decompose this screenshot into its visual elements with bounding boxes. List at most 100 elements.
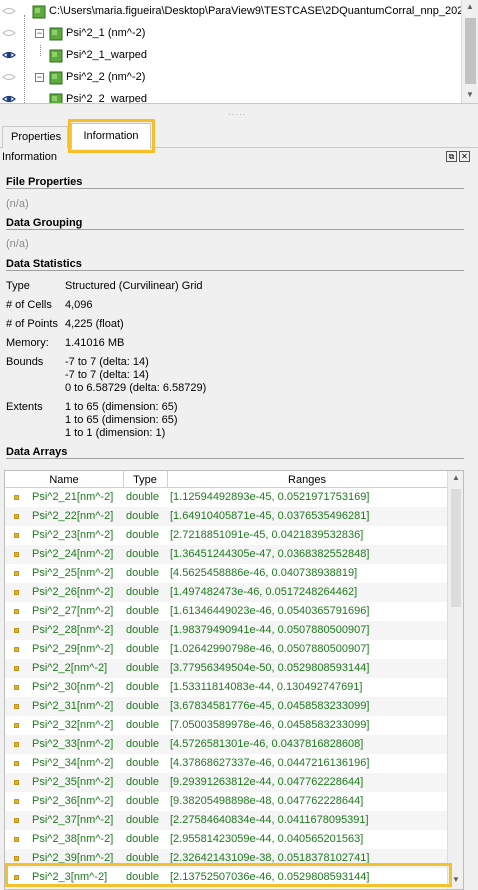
float-panel-icon[interactable]: ⧉ (446, 151, 457, 162)
table-row[interactable]: Psi^2_35[nm^-2] double [9.29391263812e-44,… (5, 773, 448, 792)
point-data-icon (14, 666, 19, 671)
point-data-icon (14, 647, 19, 652)
table-row[interactable]: Psi^2_31[nm^-2] double [3.67834581776e-45,… (5, 697, 448, 716)
section-title: Data Statistics (6, 258, 82, 270)
point-data-icon (14, 628, 19, 633)
array-range: [2.27584640834e-44, 0.0411678095391] (170, 814, 369, 826)
table-row[interactable]: Psi^2_24[nm^-2] double [1.36451244305e-47,… (5, 545, 448, 564)
array-type: double (126, 814, 160, 826)
table-row[interactable]: Psi^2_37[nm^-2] double [2.27584640834e-44,… (5, 811, 448, 830)
tab-properties[interactable]: Properties (2, 126, 68, 148)
extents-x: 1 to 65 (dimension: 65) (65, 401, 178, 413)
table-row[interactable]: Psi^2_25[nm^-2] double [4.5625458886e-46, … (5, 564, 448, 583)
array-type: double (126, 795, 160, 807)
array-name: Psi^2_37[nm^-2] (32, 814, 114, 826)
eye-visible-icon[interactable] (2, 94, 16, 104)
pipeline-item-psi2-2[interactable]: − Psi^2_2 (nm^-2) (0, 67, 460, 89)
point-data-icon (14, 780, 19, 785)
array-range: [2.7218851091e-45, 0.0421839532836] (170, 529, 364, 541)
collapse-toggle[interactable]: − (35, 29, 44, 38)
array-range: [1.12594492893e-45, 0.0521971753169] (170, 491, 370, 503)
array-type: double (126, 605, 160, 617)
table-row[interactable]: Psi^2_33[nm^-2] double [4.5726581301e-46, … (5, 735, 448, 754)
section-title: Data Arrays (6, 446, 68, 458)
extents-y: 1 to 65 (dimension: 65) (65, 414, 178, 426)
array-name: Psi^2_21[nm^-2] (32, 491, 114, 503)
scroll-thumb[interactable] (451, 489, 461, 607)
eye-hidden-icon[interactable] (2, 72, 16, 82)
array-type: double (126, 757, 160, 769)
eye-hidden-icon[interactable] (2, 28, 16, 38)
eye-hidden-icon[interactable] (2, 6, 16, 16)
table-scrollbar[interactable]: ▲ ▼ (447, 471, 463, 889)
array-type: double (126, 586, 160, 598)
collapse-toggle[interactable]: − (35, 73, 44, 82)
array-name: Psi^2_24[nm^-2] (32, 548, 114, 560)
column-header-name[interactable]: Name (5, 474, 123, 486)
array-name: Psi^2_2[nm^-2] (32, 662, 108, 674)
pipeline-item-psi2-1-warped[interactable]: Psi^2_1_warped (0, 45, 460, 67)
scroll-down-icon[interactable]: ▼ (466, 90, 474, 99)
table-row[interactable]: Psi^2_34[nm^-2] double [4.37868627337e-46,… (5, 754, 448, 773)
point-data-icon (14, 685, 19, 690)
point-data-icon (14, 742, 19, 747)
array-type: double (126, 738, 160, 750)
array-range: [1.64910405871e-45, 0.0376535496281] (170, 510, 370, 522)
pipeline-scrollbar[interactable]: ▲ ▼ (461, 0, 478, 103)
pipeline-item-label: Psi^2_1_warped (66, 49, 147, 61)
section-divider (6, 458, 464, 459)
point-data-icon (14, 761, 19, 766)
table-row[interactable]: Psi^2_32[nm^-2] double [7.05003589978e-46,… (5, 716, 448, 735)
panel-splitter[interactable]: ····· (0, 104, 478, 119)
table-row[interactable]: Psi^2_23[nm^-2] double [2.7218851091e-45, … (5, 526, 448, 545)
array-name: Psi^2_25[nm^-2] (32, 567, 114, 579)
table-row[interactable]: Psi^2_36[nm^-2] double [9.38205498898e-48,… (5, 792, 448, 811)
close-icon[interactable]: ✕ (459, 151, 470, 162)
array-range: [1.53311814083e-44, 0.130492747691] (170, 681, 363, 693)
array-type: double (126, 643, 160, 655)
extents-z: 1 to 1 (dimension: 1) (65, 427, 166, 439)
column-header-type[interactable]: Type (123, 474, 167, 486)
array-range: [1.497482473e-46, 0.0517248264462] (170, 586, 358, 598)
bounds-y: -7 to 7 (delta: 14) (65, 369, 149, 381)
point-data-icon (14, 837, 19, 842)
memory-value: 1.41016 MB (65, 337, 125, 349)
cells-label: # of Cells (6, 299, 52, 311)
table-row[interactable]: Psi^2_29[nm^-2] double [1.02642990798e-46,… (5, 640, 448, 659)
table-row[interactable]: Psi^2_26[nm^-2] double [1.497482473e-46, 0… (5, 583, 448, 602)
array-name: Psi^2_28[nm^-2] (32, 624, 114, 636)
point-data-icon (14, 514, 19, 519)
point-data-icon (14, 571, 19, 576)
table-row[interactable]: Psi^2_22[nm^-2] double [1.64910405871e-45,… (5, 507, 448, 526)
data-grouping-value: (n/a) (6, 238, 29, 250)
pipeline-item-psi2-2-warped[interactable]: Psi^2_2_warped (0, 89, 460, 104)
table-row[interactable]: Psi^2_21[nm^-2] double [1.12594492893e-45,… (5, 488, 448, 507)
array-name: Psi^2_35[nm^-2] (32, 776, 114, 788)
bounds-x: -7 to 7 (delta: 14) (65, 356, 149, 368)
scroll-down-icon[interactable]: ▼ (452, 875, 460, 884)
type-label: Type (6, 280, 30, 292)
scroll-thumb[interactable] (465, 18, 476, 84)
column-header-ranges[interactable]: Ranges (167, 474, 447, 486)
scroll-up-icon[interactable]: ▲ (452, 473, 460, 482)
table-row[interactable]: Psi^2_28[nm^-2] double [1.98379490941e-44,… (5, 621, 448, 640)
scroll-up-icon[interactable]: ▲ (466, 2, 474, 11)
array-range: [1.98379490941e-44, 0.0507880500907] (170, 624, 370, 636)
section-divider (6, 270, 464, 271)
eye-visible-icon[interactable] (2, 50, 16, 60)
table-row[interactable]: Psi^2_2[nm^-2] double [3.77956349504e-50, … (5, 659, 448, 678)
table-row[interactable]: Psi^2_38[nm^-2] double [2.95581423059e-44,… (5, 830, 448, 849)
table-row[interactable]: Psi^2_27[nm^-2] double [1.61346449023e-46,… (5, 602, 448, 621)
file-properties-value: (n/a) (6, 198, 29, 210)
array-name: Psi^2_34[nm^-2] (32, 757, 114, 769)
array-type: double (126, 491, 160, 503)
pipeline-item-source[interactable]: C:\Users\maria.figueira\Desktop\ParaView… (0, 1, 469, 103)
point-data-icon (14, 704, 19, 709)
array-name: Psi^2_23[nm^-2] (32, 529, 114, 541)
pipeline-browser[interactable]: C:\Users\maria.figueira\Desktop\ParaView… (0, 0, 478, 104)
type-value: Structured (Curvilinear) Grid (65, 280, 203, 292)
paraview-window: C:\Users\maria.figueira\Desktop\ParaView… (0, 0, 478, 890)
table-row[interactable]: Psi^2_30[nm^-2] double [1.53311814083e-44,… (5, 678, 448, 697)
pipeline-item-psi2-1[interactable]: − Psi^2_1 (nm^-2) (0, 23, 460, 45)
data-arrays-table[interactable]: Name Type Ranges Psi^2_21[nm^-2] double [1… (4, 470, 464, 890)
